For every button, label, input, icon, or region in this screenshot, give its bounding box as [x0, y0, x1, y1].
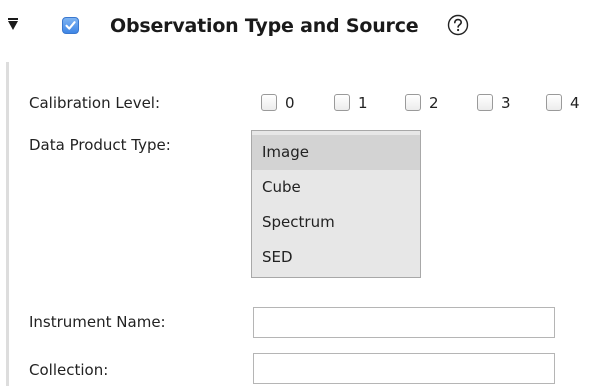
product-option-spectrum[interactable]: Spectrum — [252, 205, 420, 240]
product-option-image[interactable]: Image — [252, 135, 420, 170]
instrument-name-input[interactable] — [253, 307, 555, 338]
calibration-checkbox[interactable] — [477, 94, 493, 111]
calibration-option-label: 0 — [285, 94, 295, 112]
product-option-cube[interactable]: Cube — [252, 170, 420, 205]
instrument-name-label: Instrument Name: — [29, 313, 166, 331]
calibration-checkbox[interactable] — [546, 94, 562, 111]
collection-input[interactable] — [253, 353, 555, 384]
section-enable-checkbox[interactable] — [62, 17, 79, 34]
checkmark-icon — [65, 21, 76, 30]
data-product-type-label: Data Product Type: — [29, 136, 171, 154]
product-option-sed[interactable]: SED — [252, 240, 420, 275]
calibration-checkbox[interactable] — [405, 94, 421, 111]
section-title: Observation Type and Source — [110, 15, 419, 37]
calibration-checkbox[interactable] — [261, 94, 277, 111]
help-question-icon[interactable] — [447, 14, 469, 36]
calibration-option-label: 2 — [429, 94, 439, 112]
section-form-body: Calibration Level: 0 1 2 3 4 Data Produc… — [6, 62, 595, 386]
calibration-option-label: 1 — [358, 94, 368, 112]
calibration-option-label: 4 — [570, 94, 580, 112]
collection-label: Collection: — [29, 361, 109, 379]
calibration-level-label: Calibration Level: — [29, 94, 161, 112]
section-header: Observation Type and Source — [0, 0, 595, 52]
calibration-checkbox[interactable] — [334, 94, 350, 111]
calibration-option-label: 3 — [501, 94, 511, 112]
data-product-type-listbox[interactable]: Image Cube Spectrum SED — [251, 130, 421, 278]
collapse-triangle-icon[interactable] — [8, 18, 18, 30]
